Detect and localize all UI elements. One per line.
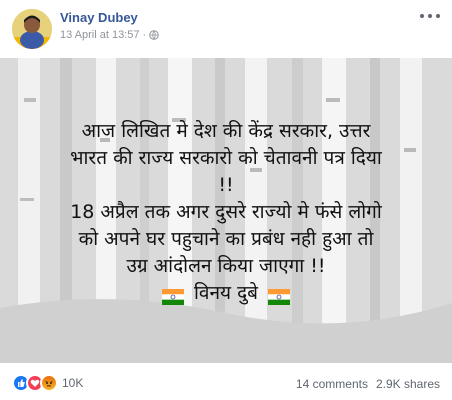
text-line: उग्र आंदोलन किया जाएगा !! bbox=[126, 255, 326, 277]
author-avatar[interactable] bbox=[12, 9, 52, 49]
angry-reaction-icon[interactable] bbox=[40, 374, 58, 392]
post-header: Vinay Dubey 13 April at 13:57 · bbox=[0, 0, 452, 56]
india-flag-icon bbox=[161, 286, 184, 305]
facebook-post: Vinay Dubey 13 April at 13:57 · आज लिखित… bbox=[0, 0, 452, 400]
reaction-count[interactable]: 10K bbox=[62, 376, 83, 390]
text-line: भारत की राज्य सरकारो को चेतावनी पत्र दिय… bbox=[70, 147, 382, 169]
more-options-icon[interactable] bbox=[420, 10, 440, 22]
globe-icon[interactable] bbox=[149, 30, 159, 40]
post-text: आज लिखित मे देश की केंद्र सरकार, उत्तर भ… bbox=[0, 58, 452, 313]
shares-link[interactable]: 2.9K shares bbox=[376, 377, 440, 391]
post-timestamp[interactable]: 13 April at 13:57 bbox=[60, 29, 140, 41]
text-line: !! bbox=[218, 174, 234, 196]
signature-line: विनय दुबे bbox=[0, 280, 452, 313]
reactions-summary[interactable]: 10K bbox=[12, 374, 83, 392]
post-footer: 10K 14 comments 2.9K shares bbox=[0, 368, 452, 398]
india-flag-icon bbox=[268, 286, 291, 305]
post-meta: 13 April at 13:57 · bbox=[60, 29, 159, 41]
signature-text: विनय दुबे bbox=[193, 282, 259, 304]
author-name[interactable]: Vinay Dubey bbox=[60, 10, 138, 25]
engagement-stats: 14 comments 2.9K shares bbox=[296, 377, 440, 391]
comments-link[interactable]: 14 comments bbox=[296, 377, 368, 391]
text-line: आज लिखित मे देश की केंद्र सरकार, उत्तर bbox=[81, 120, 371, 142]
text-line: 18 अप्रैल तक अगर दुसरे राज्यो मे फंसे लो… bbox=[70, 201, 382, 223]
meta-separator: · bbox=[142, 29, 147, 41]
text-line: को अपने घर पहुचाने का प्रबंध नही हुआ तो bbox=[78, 228, 374, 250]
